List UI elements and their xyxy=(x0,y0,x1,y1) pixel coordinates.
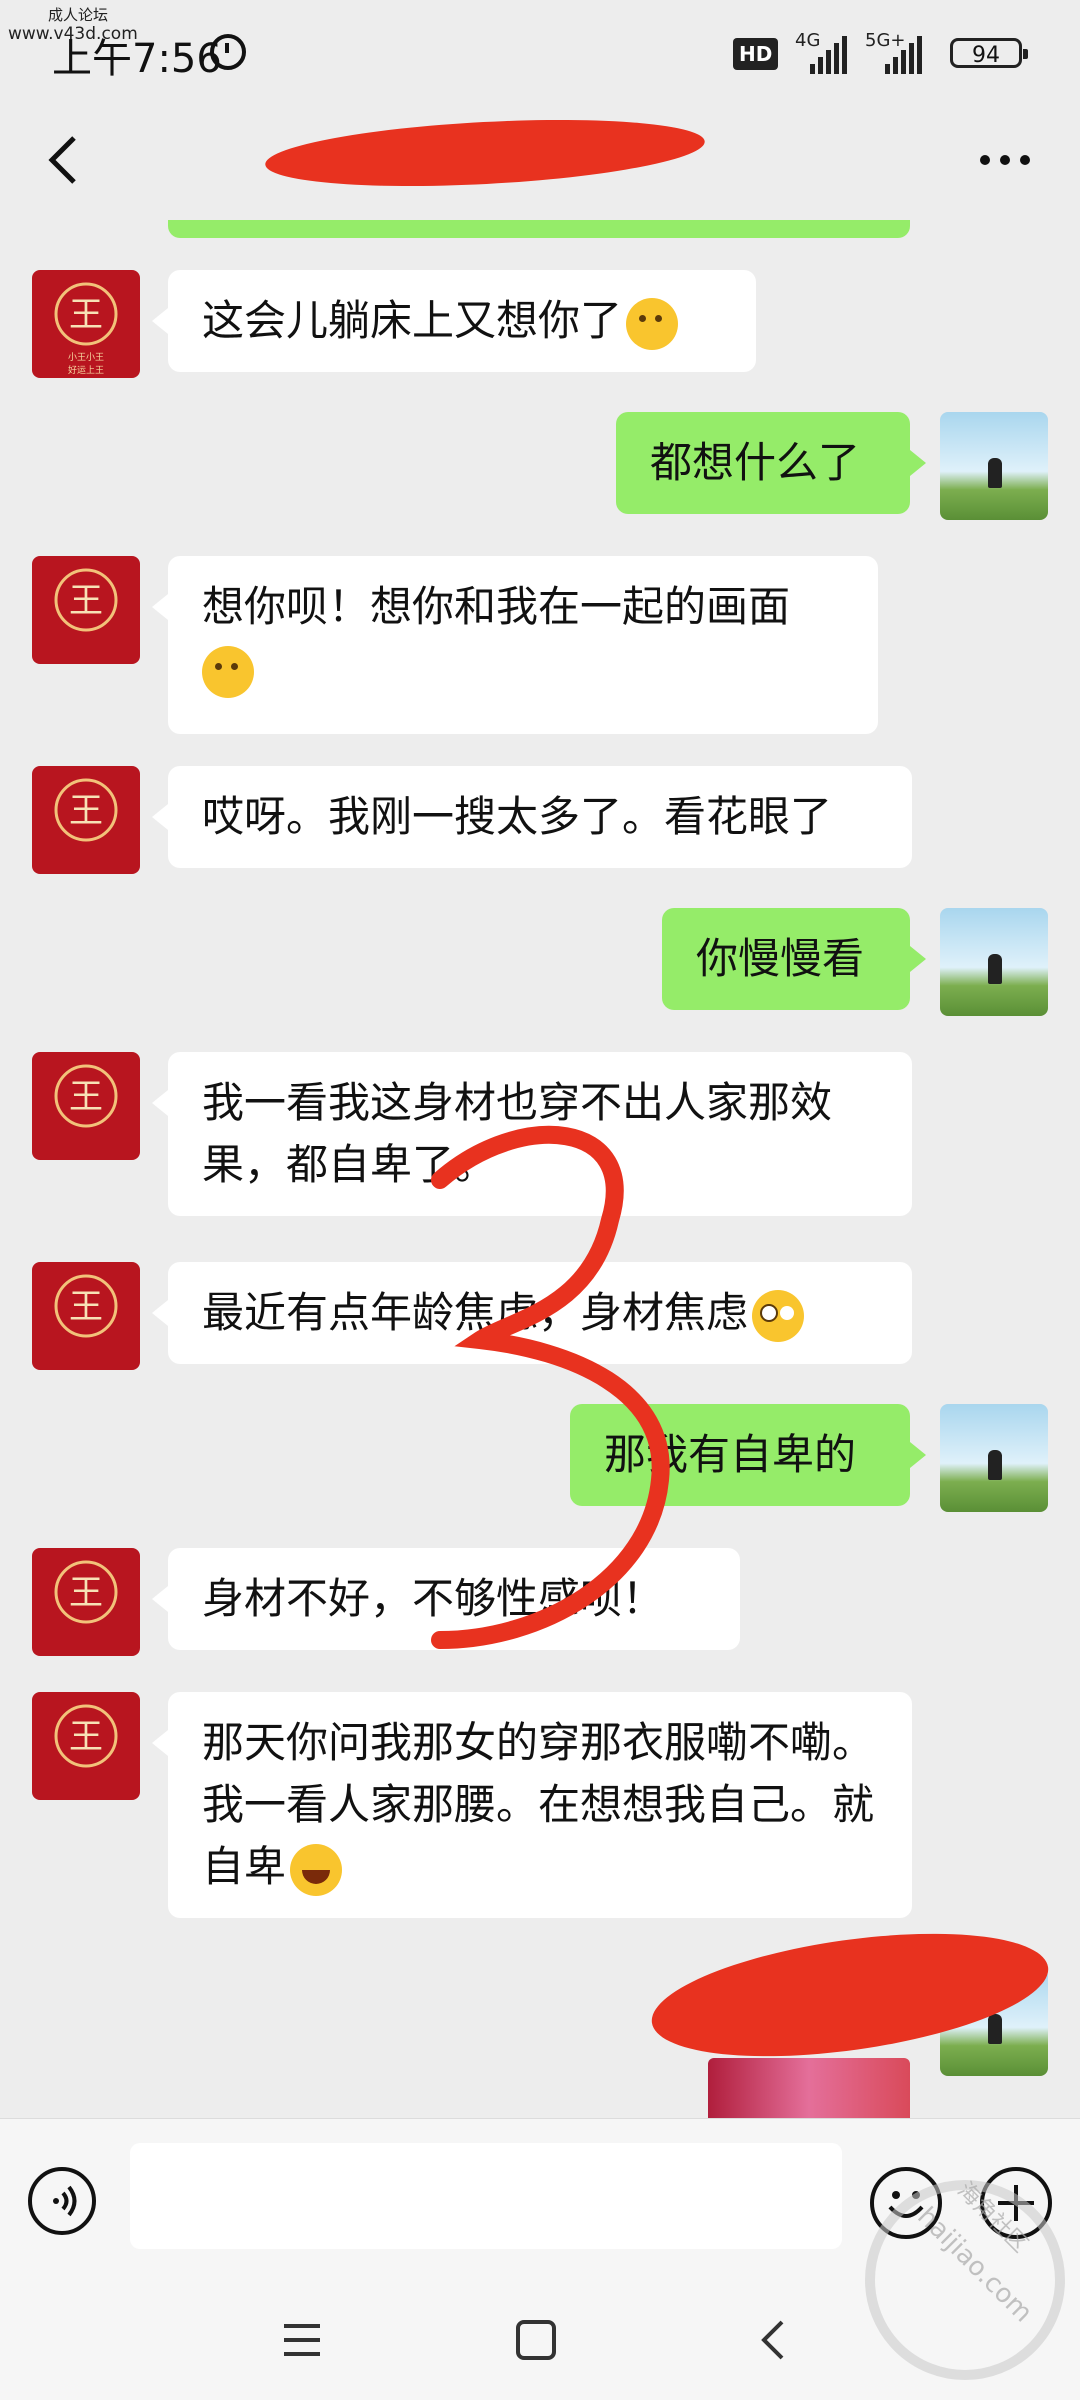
eye-roll-face-icon xyxy=(752,1289,805,1342)
avatar-glyph: 王 xyxy=(69,1077,103,1117)
avatar-caption: 好运上王 xyxy=(67,366,104,376)
message-bubble-outgoing[interactable]: 都想什么了 xyxy=(616,412,926,514)
message-bubble-incoming[interactable]: 想你呗！想你和我在一起的画面 xyxy=(152,556,878,734)
contact-avatar[interactable]: 王 小王小王 好运上王 xyxy=(32,270,140,378)
avatar-glyph: 王 xyxy=(69,581,103,621)
shared-image-thumbnail[interactable] xyxy=(708,2058,910,2120)
avatar-glyph: 王 xyxy=(69,1717,103,1757)
avatar-glyph: 王 xyxy=(69,791,103,831)
chat-header xyxy=(0,110,1080,220)
site-tag: 成人论坛 xyxy=(48,6,109,24)
battery-indicator: 94 xyxy=(950,38,1028,68)
status-bar: 成人论坛 www.v43d.com 上午7:56 HD 4G 5G+ 94 xyxy=(0,0,1080,110)
user-avatar[interactable] xyxy=(940,412,1048,520)
message-text: 哎呀。我刚一搜太多了。看花眼了 xyxy=(202,792,833,841)
avatar-glyph: 王 xyxy=(69,1573,103,1613)
chat-area[interactable]: 王 小王小王 好运上王 这会儿躺床上又想你了 都想什么了 王 想你呗！想你和我在… xyxy=(0,220,1080,2120)
home-square-icon[interactable] xyxy=(516,2320,556,2360)
avatar-glyph: 王 xyxy=(69,1287,103,1327)
redaction-scribble xyxy=(263,110,707,196)
laughing-tears-face-icon xyxy=(290,1843,343,1896)
thinking-face-icon xyxy=(202,645,254,698)
avatar-caption: 小王小王 xyxy=(67,353,104,363)
message-text: 想你呗！想你和我在一起的画面 xyxy=(202,582,791,631)
message-bubble-incoming[interactable]: 哎呀。我刚一搜太多了。看花眼了 xyxy=(152,766,912,868)
red-number-scribble xyxy=(431,1125,670,1649)
status-time: 上午7:56 xyxy=(52,36,222,82)
chevron-left-icon[interactable] xyxy=(36,130,96,190)
message-text: 你慢慢看 xyxy=(696,934,865,983)
contact-avatar[interactable]: 王 xyxy=(32,556,140,664)
contact-avatar[interactable]: 王 xyxy=(32,1692,140,1800)
thinking-face-icon xyxy=(626,297,679,350)
user-avatar[interactable] xyxy=(940,1404,1048,1512)
contact-avatar[interactable]: 王 xyxy=(32,766,140,874)
user-avatar[interactable] xyxy=(940,908,1048,1016)
contact-avatar[interactable]: 王 xyxy=(32,1548,140,1656)
message-text: 这会儿躺床上又想你了 xyxy=(202,296,623,345)
hd-badge: HD xyxy=(733,38,779,70)
signal-icon xyxy=(885,34,922,74)
message-bubble-incoming[interactable]: 这会儿躺床上又想你了 xyxy=(152,270,756,372)
back-triangle-icon[interactable] xyxy=(752,2316,796,2364)
contact-avatar[interactable]: 王 xyxy=(32,1262,140,1370)
message-text: 都想什么了 xyxy=(650,438,861,487)
signal-icon xyxy=(810,34,847,74)
voice-icon[interactable] xyxy=(28,2167,96,2235)
message-input[interactable] xyxy=(130,2143,842,2249)
alarm-icon xyxy=(210,34,246,70)
contact-avatar[interactable]: 王 xyxy=(32,1052,140,1160)
ellipsis-icon[interactable] xyxy=(975,140,1035,180)
menu-icon[interactable] xyxy=(280,2320,324,2360)
message-bubble-incoming[interactable]: 那天你问我那女的穿那衣服嘞不嘞。我一看人家那腰。在想想我自己。就自卑 xyxy=(152,1692,912,1918)
partial-message-bubble xyxy=(168,220,910,238)
avatar-glyph: 王 xyxy=(69,295,103,335)
